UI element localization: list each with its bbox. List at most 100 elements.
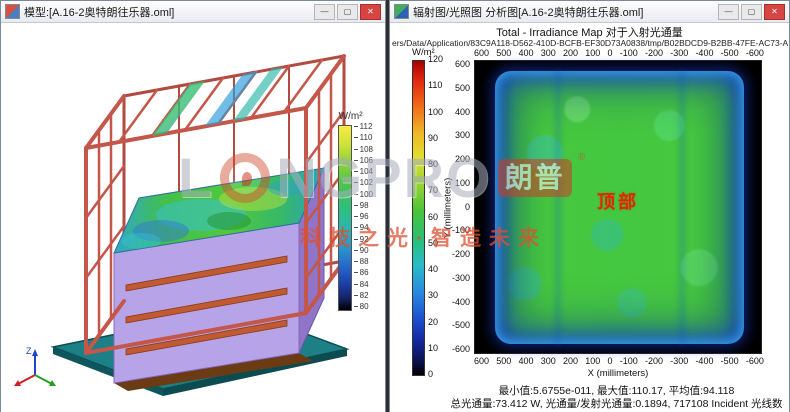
- z-axis-label: Z: [26, 346, 32, 356]
- x-tick-label: 300: [541, 356, 556, 366]
- maximize-button[interactable]: ▢: [741, 4, 762, 20]
- x-tick-label: -100: [620, 356, 638, 366]
- desktop: { "chrome": { "minimize": "—", "maximize…: [0, 0, 790, 412]
- y-tick-label: -300: [452, 274, 470, 283]
- irradiance-dark-band: [555, 71, 561, 344]
- colorbar-tick-label: 40: [428, 265, 443, 274]
- minimize-button[interactable]: —: [718, 4, 739, 20]
- x-tick-label: -500: [721, 48, 739, 58]
- irradiance-map-plot[interactable]: 顶部: [474, 60, 762, 354]
- y-tick-label: 100: [455, 179, 470, 188]
- model-app-icon: [5, 4, 20, 19]
- x-tick-label: -500: [721, 356, 739, 366]
- x-axis-ticks-bottom: 6005004003002001000-100-200-300-400-500-…: [474, 356, 764, 366]
- legend-tick-label: 82: [354, 292, 373, 300]
- x-tick-label: 0: [608, 48, 613, 58]
- legend-tick-label: 80: [354, 303, 373, 311]
- colorbar-tick-label: 120: [428, 55, 443, 64]
- legend-unit-label: W/m²: [339, 111, 363, 122]
- x-tick-label: 200: [563, 356, 578, 366]
- x-tick-label: 200: [563, 48, 578, 58]
- irradiance-window-titlebar[interactable]: 辐射图/光照图 分析图[A.16-2奥特朗往乐器.oml] — ▢ ✕: [390, 1, 789, 23]
- x-tick-label: 600: [474, 48, 489, 58]
- y-tick-label: -200: [452, 250, 470, 259]
- x-tick-label: -200: [645, 356, 663, 366]
- legend-tick-label: 112: [354, 123, 373, 131]
- legend-tick-label: 98: [354, 202, 373, 210]
- axis-triad: Z: [14, 346, 56, 386]
- legend-tick-labels: 1121101081061041021009896949290888684828…: [354, 123, 373, 311]
- irradiance-dark-band: [679, 71, 685, 344]
- colorbar-tick-label: 50: [428, 239, 443, 248]
- legend-tick-label: 88: [354, 258, 373, 266]
- irradiance-map-window: 辐射图/光照图 分析图[A.16-2奥特朗往乐器.oml] — ▢ ✕ Tota…: [389, 0, 790, 412]
- legend-tick-label: 108: [354, 146, 373, 154]
- y-tick-label: -400: [452, 298, 470, 307]
- maximize-button[interactable]: ▢: [337, 4, 358, 20]
- x-tick-label: 0: [608, 356, 613, 366]
- y-tick-label: 400: [455, 108, 470, 117]
- y-tick-label: -600: [452, 345, 470, 354]
- y-tick-label: -500: [452, 321, 470, 330]
- legend-tick-label: 90: [354, 247, 373, 255]
- legend-tick-label: 96: [354, 213, 373, 221]
- colorbar-tick-label: 70: [428, 186, 443, 195]
- legend-tick-label: 94: [354, 224, 373, 232]
- legend-tick-label: 84: [354, 281, 373, 289]
- y-tick-label: 600: [455, 60, 470, 69]
- minimize-button[interactable]: —: [314, 4, 335, 20]
- x-tick-label: -300: [670, 48, 688, 58]
- model-window-titlebar[interactable]: 模型:[A.16-2奥特朗往乐器.oml] — ▢ ✕: [1, 1, 385, 23]
- x-tick-label: -600: [746, 48, 764, 58]
- x-tick-label: -100: [620, 48, 638, 58]
- y-tick-label: 500: [455, 84, 470, 93]
- legend-tick-label: 92: [354, 236, 373, 244]
- colorbar-tick-label: 80: [428, 160, 443, 169]
- irradiance-window-title: 辐射图/光照图 分析图[A.16-2奥特朗往乐器.oml]: [413, 4, 643, 20]
- legend-tick-label: 110: [354, 134, 373, 142]
- x-axis-label: X (millimeters): [474, 368, 762, 379]
- colorbar-tick-label: 60: [428, 213, 443, 222]
- close-button[interactable]: ✕: [360, 4, 381, 20]
- x-tick-label: 500: [496, 48, 511, 58]
- close-button[interactable]: ✕: [764, 4, 785, 20]
- colorbar-tick-label: 110: [428, 81, 443, 90]
- x-tick-label: 400: [519, 356, 534, 366]
- x-tick-label: -300: [670, 356, 688, 366]
- legend-tick-label: 106: [354, 157, 373, 165]
- y-tick-label: 300: [455, 131, 470, 140]
- colorbar-tick-labels: 1201101009080706050403020100: [428, 55, 443, 379]
- x-tick-label: 500: [496, 356, 511, 366]
- colorbar-tick-label: 0: [428, 370, 443, 379]
- legend-tick-label: 100: [354, 191, 373, 199]
- colorbar-tick-label: 10: [428, 344, 443, 353]
- x-tick-label: -600: [746, 356, 764, 366]
- irradiance-legend: W/m² 11211010810610410210098969492908886…: [338, 111, 373, 311]
- x-tick-label: 300: [541, 48, 556, 58]
- colorbar-tick-label: 30: [428, 291, 443, 300]
- colorbar-tick-label: 90: [428, 134, 443, 143]
- colorbar-tick-label: 20: [428, 318, 443, 327]
- irradiance-map-content: Total - Irradiance Map 对于入射光通量 ers/Data/…: [390, 23, 789, 412]
- x-tick-label: 100: [585, 48, 600, 58]
- data-file-path: ers/Data/Application/83C9A118-D562-410D-…: [392, 38, 788, 48]
- x-tick-label: -400: [695, 48, 713, 58]
- colorbar-tick-label: 100: [428, 108, 443, 117]
- 3d-viewport[interactable]: Z W/m² 112110108106104102100989694929088…: [1, 23, 385, 412]
- model-3d-scene: Z: [1, 23, 385, 412]
- x-tick-label: -200: [645, 48, 663, 58]
- legend-tick-label: 104: [354, 168, 373, 176]
- x-axis-ticks-top: 600 500 400 300 200 100 0 -100 -200 -300 -400 -500-…: [474, 48, 764, 58]
- colorbar: [412, 60, 425, 376]
- y-axis-ticks: 600 500 400 300 200 100 0 -100 -200 -300 -400 -500 -…: [448, 60, 470, 354]
- y-tick-label: 0: [465, 203, 470, 212]
- y-tick-label: 200: [455, 155, 470, 164]
- y-tick-label: -100: [452, 226, 470, 235]
- x-tick-label: 400: [519, 48, 534, 58]
- x-tick-label: 100: [585, 356, 600, 366]
- model-window: 模型:[A.16-2奥特朗往乐器.oml] — ▢ ✕: [0, 0, 386, 412]
- irradiance-app-icon: [394, 4, 409, 19]
- map-annotation: 顶部: [597, 188, 639, 214]
- legend-tick-label: 86: [354, 269, 373, 277]
- stats-line-2: 总光通量:73.412 W, 光通量/发射光通量:0.1894, 717108 …: [446, 396, 787, 411]
